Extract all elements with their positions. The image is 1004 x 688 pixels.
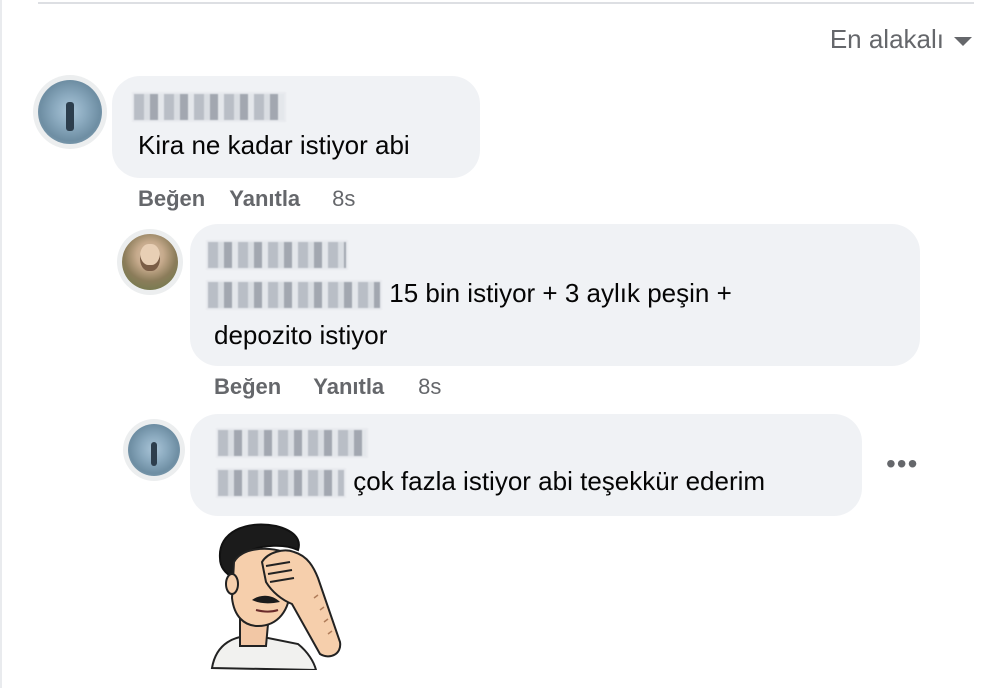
comment-text: Kira ne kadar istiyor abi — [138, 130, 410, 160]
sort-dropdown[interactable]: En alakalı — [830, 24, 972, 55]
left-border — [0, 0, 2, 688]
reply-author[interactable] — [216, 428, 368, 458]
reply-bubble: çok fazla istiyor abi teşekkür ederim — [190, 414, 862, 516]
reply-button[interactable]: Yanıtla — [229, 186, 300, 212]
like-button[interactable]: Beğen — [138, 186, 205, 212]
facepalm-sticker — [210, 523, 342, 670]
reply-text: 15 bin istiyor + 3 aylık peşin + — [206, 274, 732, 312]
avatar-ugur-kocak[interactable] — [128, 424, 180, 476]
mention-tag[interactable] — [206, 280, 382, 311]
comment-actions: Beğen Yanıtla 8s — [138, 186, 355, 212]
chevron-down-icon — [954, 37, 972, 46]
avatar-ugur-kocak[interactable] — [38, 80, 102, 144]
reply-actions: Beğen Yanıtla 8s — [214, 374, 441, 400]
mention-tag[interactable] — [216, 468, 346, 499]
reply-text-line1: 15 bin istiyor + 3 aylık peşin + — [389, 278, 732, 308]
reply-text-line2: depozito istiyor — [214, 320, 388, 350]
comment-bubble: Kira ne kadar istiyor abi — [112, 76, 480, 178]
comment-time[interactable]: 8s — [332, 186, 355, 212]
reply-time[interactable]: 8s — [418, 374, 441, 400]
more-options-icon[interactable]: ••• — [886, 450, 918, 478]
reply-button[interactable]: Yanıtla — [313, 374, 384, 400]
reply-text: çok fazla istiyor abi teşekkür ederim — [216, 462, 765, 500]
sort-label: En alakalı — [829, 24, 944, 54]
like-button[interactable]: Beğen — [214, 374, 281, 400]
reply-bubble: 15 bin istiyor + 3 aylık peşin + depozit… — [190, 224, 920, 366]
reply-text-body: çok fazla istiyor abi teşekkür ederim — [353, 466, 766, 496]
divider — [38, 2, 974, 4]
reply-author[interactable] — [206, 240, 348, 270]
comment-author[interactable] — [132, 92, 286, 122]
avatar-erol-akin[interactable] — [122, 234, 178, 290]
